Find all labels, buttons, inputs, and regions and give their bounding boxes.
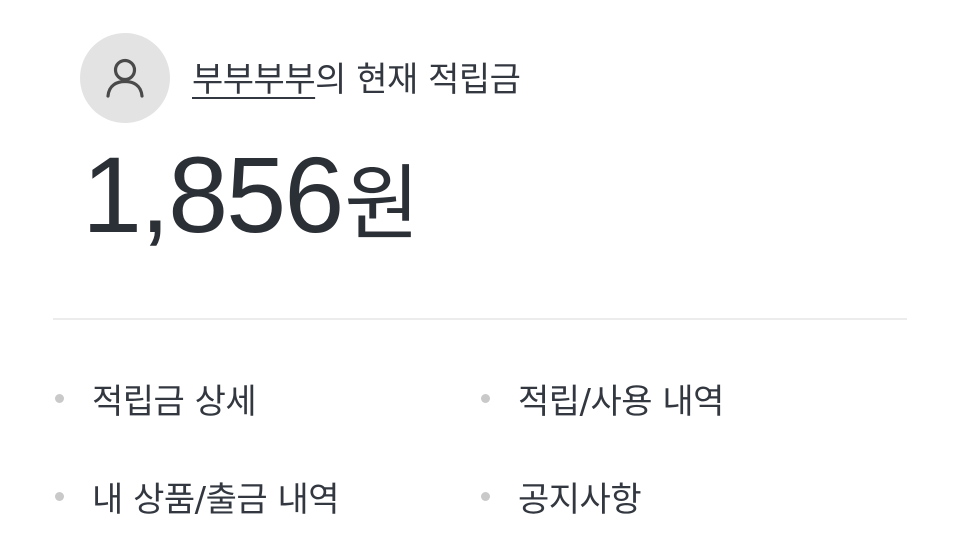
balance-display: 1,856 원 bbox=[82, 132, 420, 257]
menu-item-notices[interactable]: 공지사항 bbox=[481, 472, 642, 521]
bullet-icon bbox=[55, 394, 64, 403]
menu-item-label: 공지사항 bbox=[518, 480, 642, 520]
menu-item-points-detail[interactable]: 적립금 상세 bbox=[55, 374, 257, 423]
profile-title: 부부부부의 현재 적립금 bbox=[192, 52, 521, 101]
nickname-link[interactable]: 부부부부 bbox=[192, 60, 316, 100]
bullet-icon bbox=[481, 394, 490, 403]
balance-amount: 1,856 bbox=[82, 134, 344, 255]
profile-title-suffix: 의 현재 적립금 bbox=[315, 59, 521, 100]
menu-item-products-withdrawals[interactable]: 내 상품/출금 내역 bbox=[55, 472, 340, 521]
divider bbox=[53, 318, 907, 320]
bullet-icon bbox=[481, 492, 490, 501]
points-page: 부부부부의 현재 적립금 1,856 원 적립금 상세 적립/사용 내역 내 상… bbox=[0, 0, 960, 535]
avatar bbox=[80, 33, 170, 123]
person-icon bbox=[106, 58, 144, 98]
menu-item-label: 적립금 상세 bbox=[92, 382, 257, 422]
bullet-icon bbox=[55, 492, 64, 501]
balance-unit: 원 bbox=[344, 157, 420, 252]
menu-item-label: 내 상품/출금 내역 bbox=[92, 480, 340, 520]
menu-item-label: 적립/사용 내역 bbox=[518, 382, 724, 422]
profile-header: 부부부부의 현재 적립금 bbox=[80, 33, 521, 123]
menu-item-earn-use-history[interactable]: 적립/사용 내역 bbox=[481, 374, 724, 423]
